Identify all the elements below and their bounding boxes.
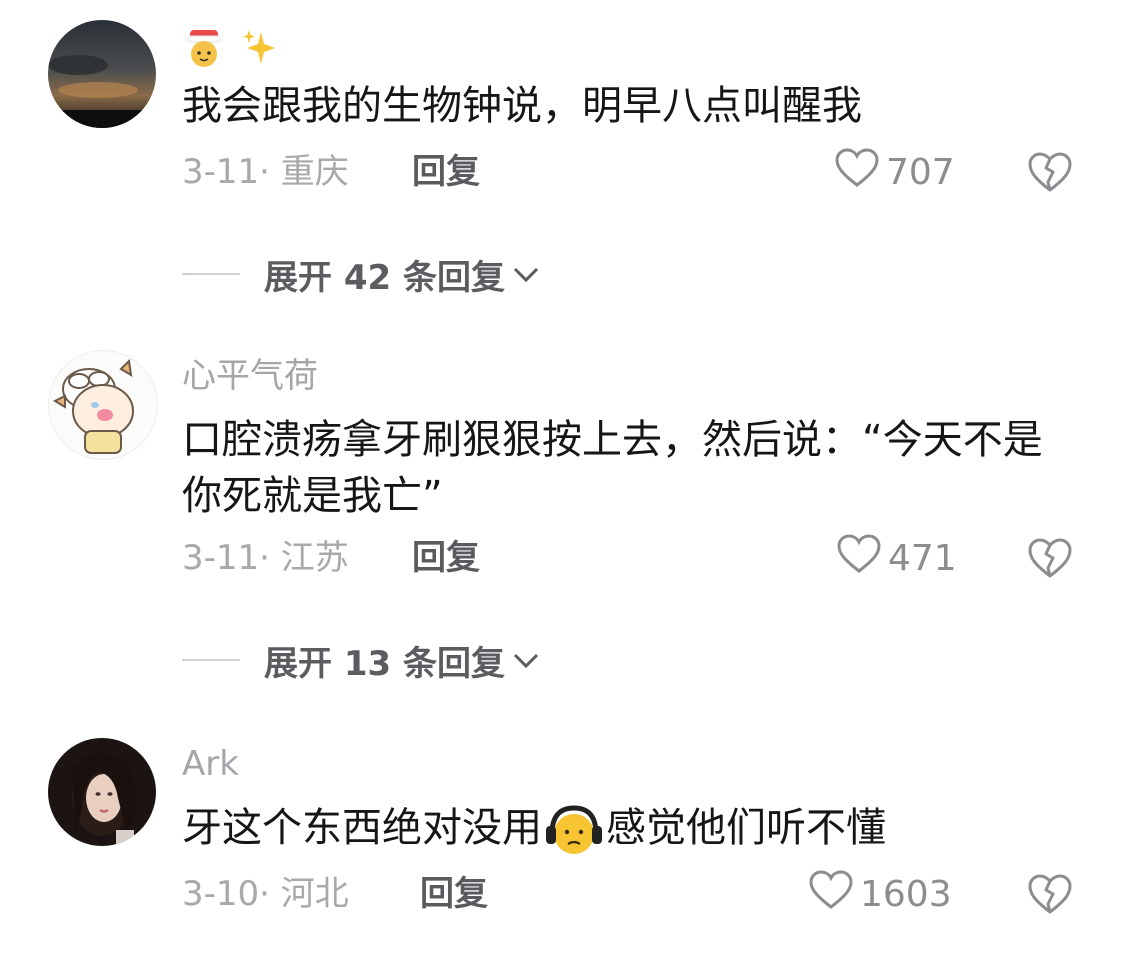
expand-replies-label: 展开 42 条回复 [264, 257, 505, 298]
like-button[interactable]: 1603 [808, 869, 952, 920]
like-count: 471 [888, 537, 957, 579]
sparkles-emoji [237, 27, 281, 67]
divider-line [182, 273, 240, 275]
comment-date-location: 3-11· 重庆 [182, 152, 349, 192]
comment-text-after: 感觉他们听不懂 [606, 805, 886, 851]
heart-icon [834, 147, 880, 198]
headphone-face-emoji [544, 800, 604, 860]
avatar[interactable] [48, 738, 156, 846]
dislike-button[interactable] [1026, 872, 1074, 916]
username-emojis[interactable] [182, 26, 281, 70]
comment-text: 牙这个东西绝对没用 感觉他们听不懂 [182, 800, 1082, 860]
expand-replies-button[interactable]: 展开 13 条回复 [182, 640, 541, 684]
username[interactable]: 心平气荷 [182, 356, 318, 396]
comment-text: 我会跟我的生物钟说，明早八点叫醒我 [182, 83, 862, 129]
comment-date-location: 3-10· 河北 [182, 874, 349, 914]
chevron-down-icon [505, 254, 541, 294]
broken-heart-icon [1026, 152, 1074, 198]
avatar[interactable] [48, 20, 156, 128]
chevron-down-icon [505, 640, 541, 680]
comment-date-location: 3-11· 江苏 [182, 538, 349, 578]
reply-button[interactable]: 回复 [412, 152, 480, 192]
like-count: 1603 [860, 873, 952, 915]
broken-heart-icon [1026, 874, 1074, 920]
dislike-button[interactable] [1026, 150, 1074, 194]
divider-line [182, 659, 240, 661]
username[interactable]: Ark [182, 744, 239, 784]
heart-icon [808, 869, 854, 920]
avatar[interactable] [48, 350, 158, 460]
like-count: 707 [886, 151, 955, 193]
comment-text-before: 牙这个东西绝对没用 [182, 805, 542, 851]
comment-text: 口腔溃疡拿牙刷狠狠按上去，然后说：“今天不是你死就是我亡” [182, 417, 1043, 519]
expand-replies-button[interactable]: 展开 42 条回复 [182, 254, 541, 298]
reply-button[interactable]: 回复 [420, 874, 488, 914]
broken-heart-icon [1026, 538, 1074, 584]
baby-angel-emoji [182, 27, 237, 67]
heart-icon [836, 533, 882, 584]
expand-replies-label: 展开 13 条回复 [264, 643, 505, 684]
dislike-button[interactable] [1026, 536, 1074, 580]
reply-button[interactable]: 回复 [412, 538, 480, 578]
like-button[interactable]: 471 [836, 533, 957, 584]
like-button[interactable]: 707 [834, 147, 955, 198]
